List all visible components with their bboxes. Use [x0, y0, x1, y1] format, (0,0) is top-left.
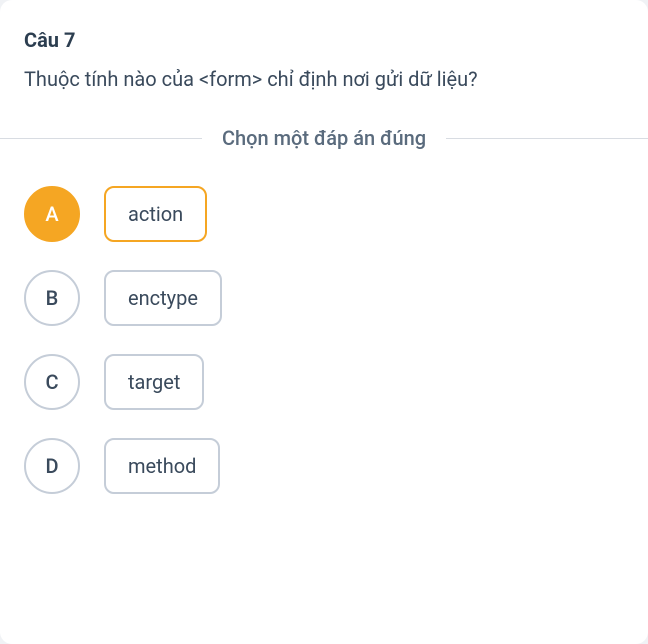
option-a[interactable]: A action	[24, 186, 624, 242]
option-label-b: enctype	[104, 270, 222, 326]
question-card: Câu 7 Thuộc tính nào của <form> chỉ định…	[0, 0, 648, 644]
instruction-text: Chọn một đáp án đúng	[202, 126, 446, 150]
options-list: A action B enctype C target D method	[24, 186, 624, 494]
question-text: Thuộc tính nào của <form> chỉ định nơi g…	[24, 64, 624, 94]
option-letter-c: C	[24, 354, 80, 410]
option-letter-b: B	[24, 270, 80, 326]
divider-left	[0, 138, 202, 139]
option-label-d: method	[104, 438, 220, 494]
instruction-row: Chọn một đáp án đúng	[0, 126, 648, 150]
question-number: Câu 7	[24, 28, 624, 52]
option-d[interactable]: D method	[24, 438, 624, 494]
option-letter-d: D	[24, 438, 80, 494]
option-letter-a: A	[24, 186, 80, 242]
option-label-a: action	[104, 186, 207, 242]
option-b[interactable]: B enctype	[24, 270, 624, 326]
option-label-c: target	[104, 354, 204, 410]
option-c[interactable]: C target	[24, 354, 624, 410]
divider-right	[446, 138, 648, 139]
